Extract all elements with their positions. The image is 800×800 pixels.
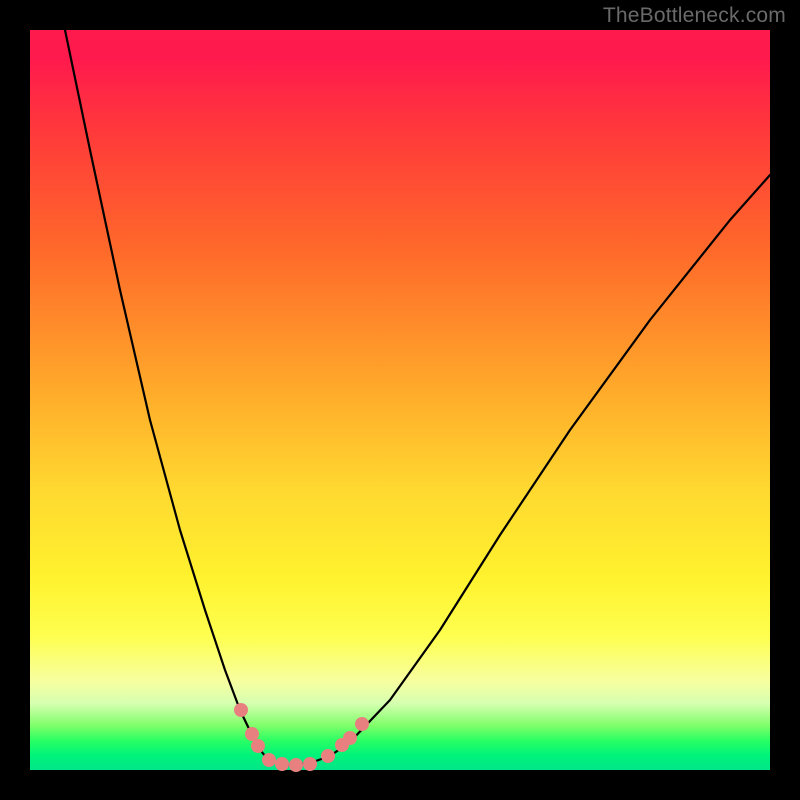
plot-area	[30, 30, 770, 770]
data-marker	[321, 749, 335, 763]
data-marker	[262, 753, 276, 767]
data-marker	[234, 703, 248, 717]
chart-frame: TheBottleneck.com	[0, 0, 800, 800]
data-marker	[343, 731, 357, 745]
curve-markers	[234, 703, 369, 772]
series-right-branch	[290, 175, 770, 765]
curve-layer	[30, 30, 770, 770]
watermark-text: TheBottleneck.com	[603, 4, 786, 28]
series-left-branch	[65, 30, 290, 765]
curve-paths	[65, 30, 770, 765]
data-marker	[289, 758, 303, 772]
data-marker	[303, 757, 317, 771]
data-marker	[251, 739, 265, 753]
data-marker	[355, 717, 369, 731]
data-marker	[245, 727, 259, 741]
data-marker	[275, 757, 289, 771]
